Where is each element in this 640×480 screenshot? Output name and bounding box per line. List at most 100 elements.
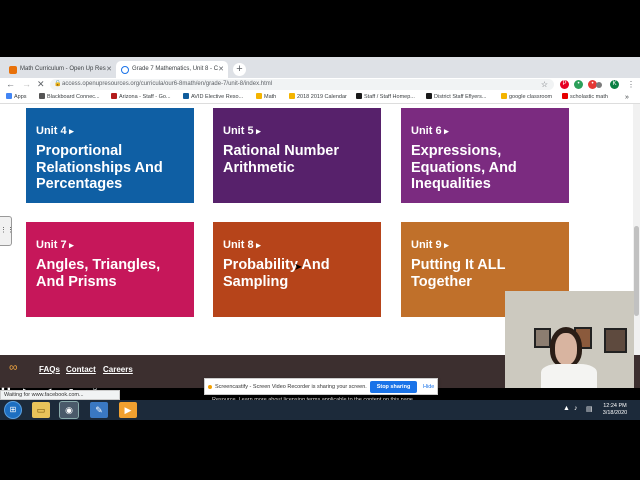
system-clock[interactable]: 12:24 PM 3/18/2020	[598, 403, 632, 417]
browser-status-bar: Waiting for www.facebook.com...	[0, 390, 120, 400]
video-controls: ❚❚▶◀■✕	[0, 380, 140, 395]
unit-title: Expressions, Equations, And Inequalities	[411, 143, 517, 192]
footer-link-careers[interactable]: Careers	[103, 365, 133, 374]
stop-loading-icon[interactable]: ✕	[37, 78, 45, 91]
bookmarks-bar: Apps Blackboard Connec... Arizona - Staf…	[0, 91, 640, 104]
back-icon[interactable]: ←	[6, 78, 15, 91]
address-bar[interactable]: 🔒 access.openupresources.org/curricula/o…	[50, 79, 554, 90]
lock-icon: 🔒	[54, 81, 62, 87]
forward-icon[interactable]: →	[22, 78, 31, 91]
extension-small-icon[interactable]	[596, 82, 602, 88]
browser-toolbar: ← → ✕ 🔒 access.openupresources.org/curri…	[0, 78, 640, 91]
profile-avatar[interactable]: K	[610, 80, 619, 89]
bookmark-staff-homepage[interactable]: Staff / Staff Homep...	[356, 91, 415, 103]
unit-title: Putting It ALL Together	[411, 257, 506, 290]
unit-card-5[interactable]: Unit 5 Rational Number Arithmetic	[213, 108, 381, 203]
file-explorer-icon[interactable]: ▭	[32, 402, 50, 418]
open-up-logo-icon[interactable]: ∞	[9, 361, 29, 373]
unit-title: Proportional Relationships And Percentag…	[36, 143, 163, 192]
bookmark-google-classroom[interactable]: google classroom	[501, 91, 553, 103]
unit-number: Unit 7	[36, 239, 184, 251]
unit-number: Unit 9	[411, 239, 559, 251]
blackboard-icon	[39, 93, 45, 99]
wall-picture	[604, 328, 627, 353]
bookmark-label: AVID Elective Reso...	[191, 94, 244, 100]
scholastic-icon	[562, 93, 568, 99]
presenter-face	[555, 333, 577, 365]
screencastify-icon	[208, 385, 212, 389]
unit-title: Rational Number Arithmetic	[223, 143, 340, 176]
clock-time: 12:24 PM	[603, 403, 627, 409]
pinterest-extension-icon[interactable]: P	[560, 80, 569, 89]
address-text: access.openupresources.org/curricula/our…	[62, 81, 273, 87]
unit-card-6[interactable]: Unit 6 Expressions, Equations, And Inequ…	[401, 108, 569, 203]
bookmark-district-eflyers[interactable]: District Staff Eflyers...	[426, 91, 487, 103]
footer-link-contact[interactable]: Contact	[66, 365, 96, 374]
share-message: Screencastify - Screen Video Recorder is…	[215, 384, 367, 390]
avid-icon	[183, 93, 189, 99]
new-tab-button[interactable]: +	[233, 63, 246, 76]
folder-icon	[289, 93, 295, 99]
bookmark-label: Arizona - Staff - Go...	[119, 94, 171, 100]
close-tab-icon[interactable]: ✕	[106, 61, 112, 78]
screen: Math Curriculum - Open Up Res ✕ Grade 7 …	[0, 0, 640, 480]
unit-number: Unit 4	[36, 125, 184, 137]
extension-icon[interactable]: •	[574, 80, 583, 89]
tab-favicon	[9, 66, 17, 74]
bookmark-label: scholastic math	[570, 94, 608, 100]
bookmark-math[interactable]: Math	[256, 91, 277, 103]
volume-icon[interactable]: ♪	[574, 405, 578, 412]
hide-button[interactable]: Hide	[423, 379, 434, 396]
bookmark-calendar[interactable]: 2018 2019 Calendar	[289, 91, 347, 103]
site-icon	[426, 93, 432, 99]
menu-kebab-icon[interactable]: ⋮	[627, 78, 635, 91]
bookmark-blackboard[interactable]: Blackboard Connec...	[39, 91, 100, 103]
mouse-cursor-icon: ➤	[294, 262, 303, 273]
screen-share-banner: Screencastify - Screen Video Recorder is…	[204, 378, 438, 395]
start-button[interactable]: ⊞	[4, 401, 22, 419]
bookmark-label: Apps	[14, 94, 27, 100]
pen-app-icon[interactable]: ✎	[90, 402, 108, 418]
unit-number: Unit 6	[411, 125, 559, 137]
unit-card-7[interactable]: Unit 7 Angles, Triangles, And Prisms	[26, 222, 194, 317]
apps-grid-icon	[6, 93, 12, 99]
tray-arrow-icon[interactable]: ▲	[563, 405, 570, 412]
presenter-shirt	[541, 364, 597, 388]
close-tab-icon[interactable]: ✕	[218, 61, 224, 78]
footer-link-faqs[interactable]: FAQs	[39, 365, 60, 374]
unit-number: Unit 8	[223, 239, 371, 251]
bookmark-avid[interactable]: AVID Elective Reso...	[183, 91, 244, 103]
bookmark-scholastic-math[interactable]: scholastic math	[562, 91, 608, 103]
bookmark-label: District Staff Eflyers...	[434, 94, 487, 100]
stop-sharing-button[interactable]: Stop sharing	[370, 381, 417, 393]
media-player-icon[interactable]: ▶	[119, 402, 137, 418]
bookmark-apps[interactable]: Apps	[6, 91, 27, 103]
bookmark-label: Staff / Staff Homep...	[364, 94, 415, 100]
arizona-icon	[111, 93, 117, 99]
bookmark-label: 2018 2019 Calendar	[297, 94, 347, 100]
tab-math-curriculum[interactable]: Math Curriculum - Open Up Res ✕	[4, 61, 116, 78]
bookmarks-overflow-icon[interactable]: »	[625, 91, 629, 103]
network-icon[interactable]: ▤	[586, 405, 593, 413]
bookmark-arizona-staff[interactable]: Arizona - Staff - Go...	[111, 91, 171, 103]
tab-title: Grade 7 Mathematics, Unit 8 - C	[132, 66, 219, 72]
wall-picture	[534, 328, 551, 348]
windows-taskbar: ⊞ ▭ ◉ ✎ ▶ ▲ ♪ ▤ 12:24 PM 3/18/2020	[0, 400, 640, 420]
page-scrollbar[interactable]	[633, 104, 640, 388]
loading-spinner-icon	[121, 66, 129, 74]
clock-date: 3/18/2020	[602, 410, 628, 416]
webcam-overlay	[505, 291, 634, 388]
bookmark-star-icon[interactable]: ☆	[541, 79, 548, 90]
tab-title: Math Curriculum - Open Up Res	[20, 66, 106, 72]
unit-number: Unit 5	[223, 125, 371, 137]
tab-grade7-unit8[interactable]: Grade 7 Mathematics, Unit 8 - C ✕	[116, 61, 228, 78]
unit-title: Angles, Triangles, And Prisms	[36, 257, 161, 290]
bookmark-label: google classroom	[509, 94, 553, 100]
scrollbar-thumb[interactable]	[634, 226, 639, 316]
unit-card-4[interactable]: Unit 4 Proportional Relationships And Pe…	[26, 108, 194, 203]
bookmark-label: Blackboard Connec...	[47, 94, 100, 100]
site-icon	[356, 93, 362, 99]
side-drawer-handle[interactable]: ⋮⋮	[0, 216, 14, 246]
chrome-icon[interactable]: ◉	[59, 401, 79, 419]
bookmark-label: Math	[264, 94, 277, 100]
